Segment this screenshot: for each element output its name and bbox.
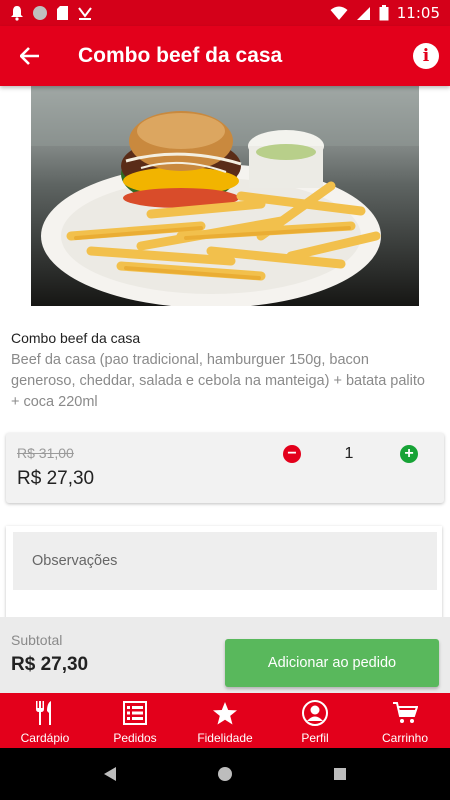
recents-square-icon[interactable] bbox=[333, 767, 347, 781]
sd-card-icon bbox=[57, 6, 68, 20]
nav-label-pedidos: Pedidos bbox=[113, 731, 157, 745]
price-card: R$ 31,00 R$ 27,30 − 1 + bbox=[6, 433, 444, 503]
product-image bbox=[31, 86, 419, 306]
bottom-nav: Cardápio Pedidos Fidelidade Perfil Carri… bbox=[0, 693, 450, 748]
star-icon bbox=[213, 701, 237, 724]
nav-item-pedidos[interactable]: Pedidos bbox=[90, 693, 180, 748]
nav-label-perfil: Perfil bbox=[301, 731, 329, 745]
nav-item-fidelidade[interactable]: Fidelidade bbox=[180, 693, 270, 748]
nav-label-fidelidade: Fidelidade bbox=[197, 731, 253, 745]
quantity-value: 1 bbox=[344, 445, 354, 462]
status-bar: 11:05 bbox=[0, 0, 450, 26]
battery-icon bbox=[379, 5, 389, 21]
nav-item-cardapio[interactable]: Cardápio bbox=[0, 693, 90, 748]
old-price: R$ 31,00 bbox=[17, 445, 74, 461]
product-description: Beef da casa (pao tradicional, hamburgue… bbox=[11, 352, 425, 410]
fork-knife-icon bbox=[36, 701, 51, 725]
nav-label-cardapio: Cardápio bbox=[20, 731, 70, 745]
arrow-left-icon bbox=[20, 47, 39, 65]
observations-card: Observações bbox=[6, 526, 442, 626]
info-icon[interactable]: i bbox=[413, 43, 439, 69]
wifi-icon bbox=[330, 6, 348, 20]
order-footer: Subtotal R$ 27,30 Adicionar ao pedido bbox=[0, 617, 450, 693]
nav-label-carrinho: Carrinho bbox=[381, 731, 429, 745]
list-icon bbox=[123, 701, 147, 725]
add-to-order-button[interactable]: Adicionar ao pedido bbox=[225, 639, 439, 687]
nav-item-perfil[interactable]: Perfil bbox=[270, 693, 360, 748]
user-icon bbox=[302, 700, 328, 726]
back-button[interactable] bbox=[0, 26, 60, 86]
observations-input[interactable]: Observações bbox=[13, 532, 437, 590]
page-title: Combo beef da casa bbox=[78, 44, 283, 67]
home-circle-icon[interactable] bbox=[217, 766, 233, 782]
increase-quantity-button[interactable]: + bbox=[400, 445, 418, 463]
subtotal-label: Subtotal bbox=[11, 632, 63, 648]
subtotal-value: R$ 27,30 bbox=[11, 654, 89, 675]
nav-item-carrinho[interactable]: Carrinho bbox=[360, 693, 450, 748]
cart-icon bbox=[393, 702, 418, 723]
circle-icon bbox=[33, 6, 47, 20]
decrease-quantity-button[interactable]: − bbox=[283, 445, 301, 463]
status-time: 11:05 bbox=[396, 4, 440, 22]
back-triangle-icon[interactable] bbox=[103, 766, 117, 782]
signal-icon bbox=[356, 6, 370, 20]
current-price: R$ 27,30 bbox=[17, 468, 95, 489]
product-name: Combo beef da casa bbox=[11, 330, 141, 346]
system-navigation-bar bbox=[0, 748, 450, 800]
app-bar: Combo beef da casa i bbox=[0, 26, 450, 86]
notification-bell-icon bbox=[11, 6, 23, 21]
download-check-icon bbox=[78, 7, 92, 20]
